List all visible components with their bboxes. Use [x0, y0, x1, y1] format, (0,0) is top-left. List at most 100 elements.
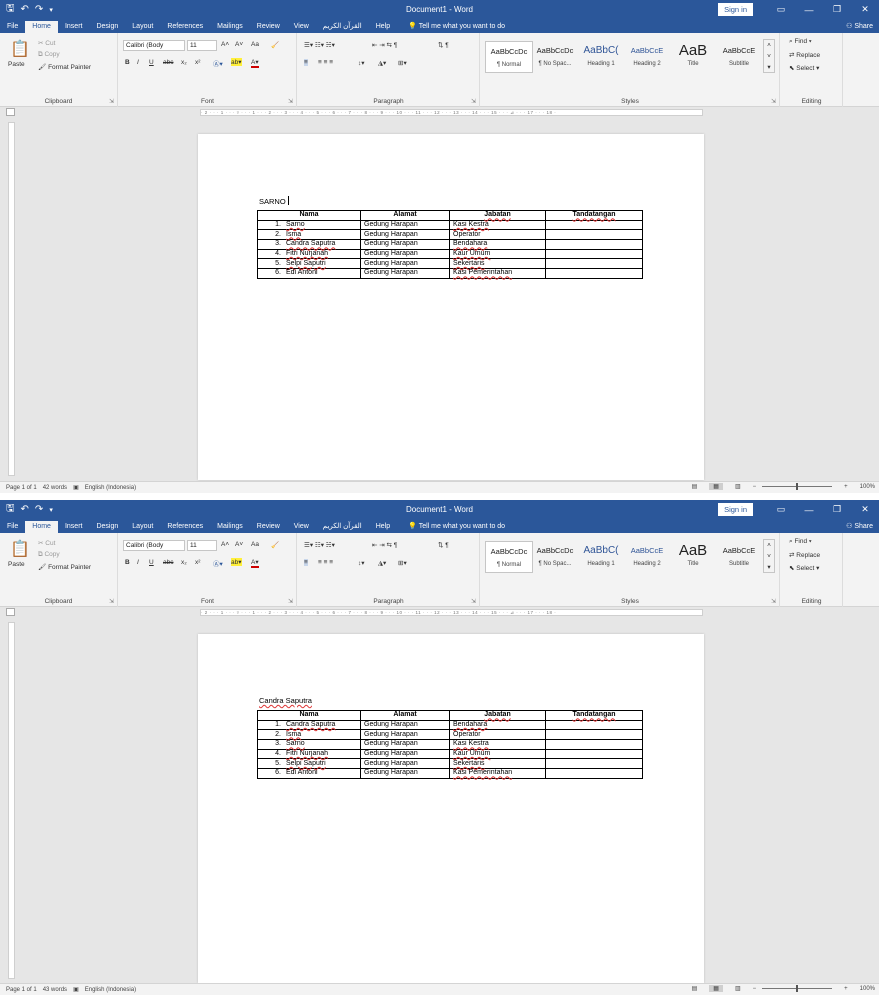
horizontal-ruler[interactable]: · 2 · · · 1 · · · ▿ · · · 1 · · · 2 · · …: [0, 107, 879, 117]
cell-tandatangan[interactable]: [545, 258, 643, 270]
tab-9[interactable]: القرآن الكريم: [316, 522, 369, 533]
zoom-out-icon[interactable]: −: [753, 986, 757, 992]
cell-nama[interactable]: 6. Edi Antoni: [257, 268, 361, 279]
paste-button[interactable]: Paste: [8, 561, 25, 568]
page-count[interactable]: Page 1 of 1: [6, 987, 37, 993]
italic-button[interactable]: I: [137, 59, 139, 66]
copy-button[interactable]: ⧉ Copy: [38, 51, 60, 59]
save-icon[interactable]: 🖫: [6, 501, 15, 518]
read-mode-icon[interactable]: ▤: [692, 483, 698, 490]
tell-me-search[interactable]: 💡 Tell me what you want to do: [401, 522, 512, 533]
bold-button[interactable]: B: [125, 59, 130, 66]
select-button[interactable]: ⬉ Select ▾: [789, 64, 819, 72]
dialog-launcher-icon[interactable]: ⇲: [109, 98, 114, 105]
cell-jabatan[interactable]: Kaur Umum: [449, 248, 546, 260]
strikethrough-button[interactable]: abc: [163, 59, 173, 66]
cell-tandatangan[interactable]: [545, 729, 643, 741]
print-layout-icon[interactable]: ▦: [709, 483, 723, 490]
find-button[interactable]: ⌕ Find ▾: [789, 538, 812, 546]
tab-1[interactable]: Home: [25, 521, 58, 533]
save-icon[interactable]: 🖫: [6, 1, 15, 18]
customize-qat-icon[interactable]: ▾: [49, 506, 53, 514]
cut-button[interactable]: ✂ Cut: [38, 39, 55, 47]
bullets-icon[interactable]: ☰▾ ☷▾ ☵▾: [304, 41, 335, 49]
cell-jabatan[interactable]: Bendahara: [449, 239, 546, 250]
font-name-input[interactable]: Calibri (Body: [123, 40, 185, 51]
tab-8[interactable]: View: [287, 23, 316, 33]
style-3[interactable]: AaBbCcE Heading 2: [623, 541, 671, 573]
employee-table[interactable]: Nama Alamat Jabatan Tandatangan 1. Sarno Gedu…: [257, 210, 643, 279]
share-button[interactable]: ⚇ Share: [846, 22, 873, 30]
dialog-launcher-icon[interactable]: ⇲: [471, 98, 476, 105]
tab-0[interactable]: File: [0, 523, 25, 533]
cell-alamat[interactable]: Gedung Harapan: [360, 219, 450, 231]
cell-jabatan[interactable]: Operator: [449, 729, 546, 741]
paste-icon[interactable]: 📋: [10, 539, 30, 559]
cell-alamat[interactable]: Gedung Harapan: [360, 729, 450, 741]
cell-tandatangan[interactable]: [545, 268, 643, 279]
cell-tandatangan[interactable]: [545, 239, 643, 250]
subscript-button[interactable]: x₂: [181, 559, 187, 566]
read-mode-icon[interactable]: ▤: [692, 985, 698, 992]
cell-alamat[interactable]: Gedung Harapan: [360, 239, 450, 250]
tab-6[interactable]: Mailings: [210, 523, 250, 533]
highlight-icon[interactable]: ab▾: [231, 58, 242, 66]
style-0[interactable]: AaBbCcDc ¶ Normal: [485, 41, 533, 73]
tab-selector[interactable]: [6, 608, 15, 616]
dialog-launcher-icon[interactable]: ⇲: [771, 98, 776, 105]
close-icon[interactable]: ✕: [851, 504, 879, 515]
undo-icon[interactable]: ↶: [21, 4, 29, 15]
tab-selector[interactable]: [6, 108, 15, 116]
cell-alamat[interactable]: Gedung Harapan: [360, 719, 450, 731]
cell-nama[interactable]: 3. Sarno: [257, 739, 361, 750]
cell-nama[interactable]: 6. Edi Antoni: [257, 768, 361, 779]
bullets-icon[interactable]: ☰▾ ☷▾ ☵▾: [304, 541, 335, 549]
zoom-slider[interactable]: [762, 985, 833, 992]
shading-icon[interactable]: ◮▾: [378, 559, 386, 567]
copy-button[interactable]: ⧉ Copy: [38, 551, 60, 559]
subscript-button[interactable]: x₂: [181, 59, 187, 66]
cell-jabatan[interactable]: Kasi Kestra: [449, 219, 546, 231]
cell-nama[interactable]: 5. Selpi Saputri: [257, 758, 361, 770]
cell-nama[interactable]: 5. Selpi Saputri: [257, 258, 361, 270]
dialog-launcher-icon[interactable]: ⇲: [471, 598, 476, 605]
sign-in-button[interactable]: Sign in: [718, 503, 753, 516]
text-effects-icon[interactable]: Ⓐ▾: [213, 558, 223, 568]
share-button[interactable]: ⚇ Share: [846, 522, 873, 530]
cell-nama[interactable]: 2. Isma: [257, 229, 361, 241]
style-1[interactable]: AaBbCcDc ¶ No Spac...: [531, 541, 579, 573]
dialog-launcher-icon[interactable]: ⇲: [288, 598, 293, 605]
employee-table[interactable]: Nama Alamat Jabatan Tandatangan 1. Candra Sa…: [257, 710, 643, 779]
language-indicator[interactable]: English (Indonesia): [85, 987, 136, 993]
sort-icon[interactable]: ⇅ ¶: [438, 41, 449, 49]
superscript-button[interactable]: x²: [195, 559, 200, 566]
shading-icon[interactable]: ◮▾: [378, 59, 386, 67]
format-painter-button[interactable]: 🖌 Format Painter: [38, 563, 91, 571]
vertical-scrollbar[interactable]: [871, 618, 879, 983]
strikethrough-button[interactable]: abc: [163, 559, 173, 566]
font-size-input[interactable]: 11: [187, 40, 217, 51]
cell-tandatangan[interactable]: [545, 768, 643, 779]
borders-icon[interactable]: ⊞▾: [398, 559, 407, 567]
cell-jabatan[interactable]: Operator: [449, 229, 546, 241]
tab-7[interactable]: Review: [250, 23, 287, 33]
ribbon-display-icon[interactable]: ▭: [767, 504, 795, 515]
cell-alamat[interactable]: Gedung Harapan: [360, 268, 450, 279]
style-3[interactable]: AaBbCcE Heading 2: [623, 41, 671, 73]
zoom-in-icon[interactable]: +: [844, 484, 848, 490]
restore-icon[interactable]: ❐: [823, 504, 851, 515]
font-color-icon[interactable]: A▾: [251, 558, 259, 568]
horizontal-ruler[interactable]: · 2 · · · 1 · · · ▿ · · · 1 · · · 2 · · …: [0, 607, 879, 617]
style-4[interactable]: AaB Title: [669, 541, 717, 573]
proofing-icon[interactable]: ▣: [73, 986, 79, 993]
tab-3[interactable]: Design: [89, 523, 125, 533]
tab-2[interactable]: Insert: [58, 523, 90, 533]
zoom-slider[interactable]: [762, 483, 833, 490]
tab-4[interactable]: Layout: [125, 23, 160, 33]
ribbon-display-icon[interactable]: ▭: [767, 4, 795, 15]
zoom-out-icon[interactable]: −: [753, 484, 757, 490]
cut-button[interactable]: ✂ Cut: [38, 539, 55, 547]
minimize-icon[interactable]: —: [795, 505, 823, 515]
cell-tandatangan[interactable]: [545, 758, 643, 770]
print-layout-icon[interactable]: ▦: [709, 985, 723, 992]
